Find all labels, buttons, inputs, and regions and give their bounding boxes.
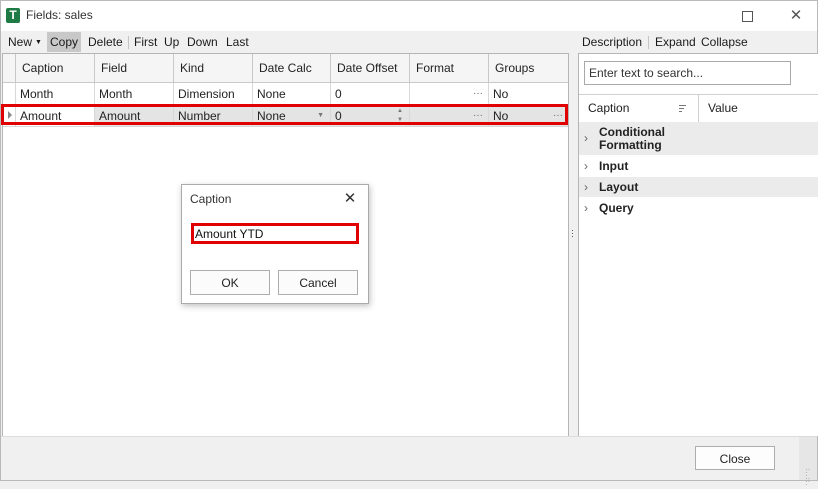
expand-button[interactable]: Expand bbox=[652, 32, 699, 52]
caption-column-header[interactable]: Caption bbox=[579, 95, 699, 122]
dropdown-caret-icon: ▼ bbox=[35, 38, 42, 46]
collapse-button[interactable]: Collapse bbox=[698, 32, 751, 52]
cell-format[interactable]: ··· bbox=[410, 105, 489, 127]
close-icon: ✕ bbox=[343, 190, 357, 207]
ellipsis-icon[interactable]: ··· bbox=[473, 83, 483, 104]
dropdown-arrow-icon[interactable]: ▼ bbox=[317, 105, 324, 126]
maximize-button[interactable] bbox=[734, 5, 760, 27]
new-button[interactable]: New ▼ bbox=[5, 32, 45, 52]
cell-field[interactable]: Month bbox=[95, 83, 174, 105]
property-panel: Caption Value › Conditional Formatting ›… bbox=[578, 53, 818, 437]
cell-kind[interactable]: Number bbox=[174, 105, 253, 127]
cell-date-offset-value: 0 bbox=[335, 109, 342, 123]
table-row[interactable]: Month Month Dimension None 0 ··· No bbox=[3, 83, 568, 105]
column-header-caption[interactable]: Caption bbox=[16, 54, 95, 82]
caption-dialog: Caption ✕ OK Cancel bbox=[181, 184, 369, 304]
cell-kind[interactable]: Dimension bbox=[174, 83, 253, 105]
category-label: Query bbox=[599, 201, 634, 215]
fields-window: T Fields: sales ✕ New ▼ Copy Delete First… bbox=[0, 0, 818, 489]
chevron-right-icon: › bbox=[584, 201, 588, 215]
down-button[interactable]: Down bbox=[184, 32, 221, 52]
dialog-title: Caption bbox=[190, 192, 232, 206]
row-indicator[interactable] bbox=[3, 105, 16, 127]
ellipsis-icon[interactable]: ··· bbox=[553, 105, 563, 126]
category-label: Conditional Formatting bbox=[599, 125, 665, 152]
last-button[interactable]: Last bbox=[223, 32, 252, 52]
grid-header: Caption Field Kind Date Calc Date Offset… bbox=[3, 54, 568, 83]
close-button[interactable]: Close bbox=[695, 446, 775, 470]
cell-groups-value: No bbox=[493, 109, 509, 123]
category-input[interactable]: › Input bbox=[579, 156, 818, 176]
toolbar-separator bbox=[648, 36, 649, 49]
cell-caption[interactable]: Month bbox=[16, 83, 95, 105]
copy-button[interactable]: Copy bbox=[47, 32, 82, 52]
maximize-icon bbox=[741, 11, 753, 22]
column-header-date-calc[interactable]: Date Calc bbox=[253, 54, 331, 82]
current-row-arrow-icon bbox=[8, 111, 12, 119]
search-input[interactable] bbox=[584, 61, 791, 85]
cell-date-offset[interactable]: 0 bbox=[331, 83, 410, 105]
category-label: Layout bbox=[599, 180, 639, 194]
row-indicator-header bbox=[3, 54, 16, 82]
title-bar: T Fields: sales ✕ bbox=[1, 1, 817, 31]
cell-groups[interactable]: No ··· bbox=[489, 105, 568, 127]
category-layout[interactable]: › Layout bbox=[579, 177, 818, 197]
chevron-right-icon: › bbox=[584, 159, 588, 173]
column-header-field[interactable]: Field bbox=[95, 54, 174, 82]
caption-input[interactable] bbox=[191, 223, 359, 244]
up-button[interactable]: Up bbox=[161, 32, 182, 52]
row-indicator[interactable] bbox=[3, 83, 16, 105]
column-header-kind[interactable]: Kind bbox=[174, 54, 253, 82]
column-header-groups[interactable]: Groups bbox=[489, 54, 568, 82]
table-row[interactable]: Amount Amount Number None ▼ 0 ▲ ▼ ··· No… bbox=[3, 105, 568, 127]
cell-field[interactable]: Amount bbox=[95, 105, 174, 127]
category-query[interactable]: › Query bbox=[579, 198, 818, 218]
cancel-button[interactable]: Cancel bbox=[278, 270, 358, 295]
value-column-header[interactable]: Value bbox=[699, 95, 818, 122]
column-header-format[interactable]: Format bbox=[410, 54, 489, 82]
cell-date-calc-value: None bbox=[257, 109, 286, 123]
cell-date-offset[interactable]: 0 ▲ ▼ bbox=[331, 105, 410, 127]
cell-format[interactable]: ··· bbox=[410, 83, 489, 105]
column-header-date-offset[interactable]: Date Offset bbox=[331, 54, 410, 82]
property-header: Caption Value bbox=[579, 94, 818, 123]
window-title: Fields: sales bbox=[26, 8, 93, 22]
new-label: New bbox=[8, 35, 33, 49]
splitter-grip-icon[interactable]: · · · bbox=[571, 226, 574, 241]
category-conditional-formatting[interactable]: › Conditional Formatting bbox=[579, 122, 818, 155]
first-button[interactable]: First bbox=[131, 32, 160, 52]
caption-header-label: Caption bbox=[588, 101, 630, 115]
ok-button[interactable]: OK bbox=[190, 270, 270, 295]
dialog-close-button[interactable]: ✕ bbox=[341, 190, 359, 208]
sort-icon bbox=[679, 105, 686, 113]
spin-up-icon[interactable]: ▲ bbox=[397, 108, 403, 114]
cell-date-calc[interactable]: None ▼ bbox=[253, 105, 331, 127]
category-label: Input bbox=[599, 159, 629, 173]
description-button[interactable]: Description bbox=[579, 32, 645, 52]
resize-grip-icon[interactable]: ·· · · ·· ·· · bbox=[805, 466, 814, 489]
spin-down-icon[interactable]: ▼ bbox=[397, 117, 403, 123]
toolbar-separator bbox=[128, 36, 129, 49]
ellipsis-icon[interactable]: ··· bbox=[473, 105, 483, 126]
close-window-button[interactable]: ✕ bbox=[783, 5, 809, 27]
delete-button[interactable]: Delete bbox=[85, 32, 126, 52]
cell-groups[interactable]: No bbox=[489, 83, 568, 105]
cell-caption[interactable]: Amount bbox=[16, 105, 95, 127]
chevron-right-icon: › bbox=[584, 131, 588, 145]
footer-divider bbox=[1, 436, 817, 437]
app-icon: T bbox=[6, 8, 20, 23]
cell-date-calc[interactable]: None bbox=[253, 83, 331, 105]
chevron-right-icon: › bbox=[584, 180, 588, 194]
close-icon: ✕ bbox=[789, 7, 803, 24]
